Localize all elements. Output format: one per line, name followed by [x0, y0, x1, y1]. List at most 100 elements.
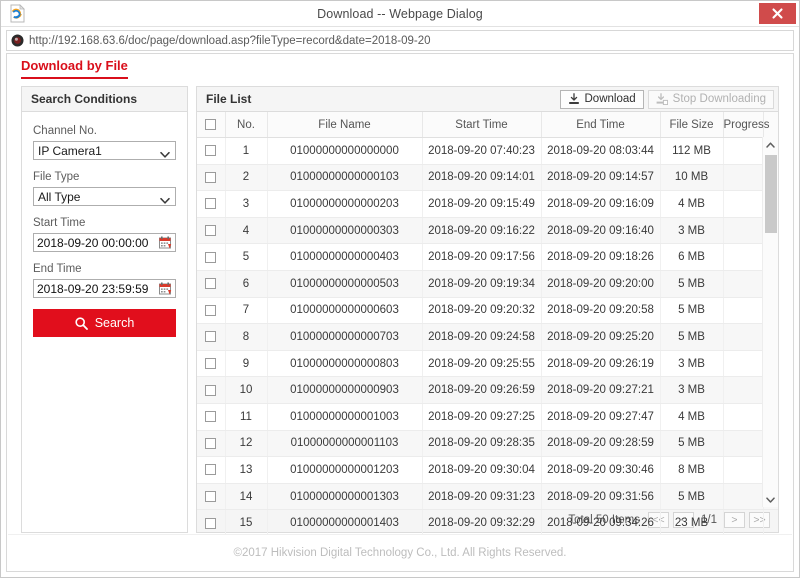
channel-no-select[interactable]: IP Camera1	[33, 141, 176, 160]
table-row[interactable]: 13 01000000000001203 2018-09-20 09:30:04 20…	[197, 456, 778, 484]
search-icon	[75, 316, 88, 330]
row-progress	[723, 164, 764, 192]
table-row[interactable]: 15 01000000000001403 2018-09-20 09:32:29 20…	[197, 509, 778, 537]
row-checkbox[interactable]	[205, 145, 217, 157]
window-title: Download -- Webpage Dialog	[317, 6, 483, 21]
download-button[interactable]: Download	[559, 89, 644, 109]
row-checkbox[interactable]	[205, 278, 217, 290]
table-row[interactable]: 11 01000000000001003 2018-09-20 09:27:25 20…	[197, 403, 778, 431]
row-end-time: 2018-09-20 09:31:56	[541, 483, 661, 511]
search-conditions-body: Channel No. IP Camera1 File Type All Typ…	[22, 112, 187, 532]
row-checkbox[interactable]	[205, 171, 217, 183]
row-file-name: 01000000000001203	[267, 456, 423, 484]
row-checkbox[interactable]	[205, 358, 217, 370]
close-button[interactable]	[759, 3, 796, 24]
row-select-cell[interactable]	[197, 164, 226, 192]
table-row[interactable]: 14 01000000000001303 2018-09-20 09:31:23 20…	[197, 483, 778, 511]
field-file-type: File Type All Type	[33, 171, 176, 206]
table-row[interactable]: 3 01000000000000203 2018-09-20 09:15:49 201…	[197, 190, 778, 218]
row-checkbox[interactable]	[205, 304, 217, 316]
table-row[interactable]: 1 01000000000000000 2018-09-20 07:40:23 201…	[197, 137, 778, 165]
row-checkbox[interactable]	[205, 437, 217, 449]
calendar-icon[interactable]	[159, 236, 172, 249]
row-select-cell[interactable]	[197, 297, 226, 325]
end-time-value: 2018-09-20 23:59:59	[37, 281, 149, 296]
table-row[interactable]: 10 01000000000000903 2018-09-20 09:26:59 20…	[197, 376, 778, 404]
table-row[interactable]: 6 01000000000000503 2018-09-20 09:19:34 201…	[197, 270, 778, 298]
address-url: http://192.168.63.6/doc/page/download.as…	[29, 34, 431, 47]
chevron-down-icon	[160, 193, 170, 204]
row-progress	[723, 376, 764, 404]
header-file-name: File Name	[267, 112, 423, 138]
row-select-cell[interactable]	[197, 483, 226, 511]
search-button[interactable]: Search	[33, 309, 176, 337]
row-checkbox[interactable]	[205, 517, 217, 529]
row-no: 2	[225, 164, 268, 192]
scroll-thumb[interactable]	[765, 155, 777, 233]
row-file-name: 01000000000000403	[267, 243, 423, 271]
main-content: Search Conditions Channel No. IP Camera1	[21, 86, 779, 537]
stop-downloading-button[interactable]: Stop Downloading	[647, 89, 774, 109]
header-file-size: File Size	[660, 112, 724, 138]
row-progress	[723, 483, 764, 511]
table-row[interactable]: 4 01000000000000303 2018-09-20 09:16:22 201…	[197, 217, 778, 245]
row-checkbox[interactable]	[205, 490, 217, 502]
address-bar[interactable]: http://192.168.63.6/doc/page/download.as…	[6, 30, 794, 51]
row-select-cell[interactable]	[197, 376, 226, 404]
row-select-cell[interactable]	[197, 270, 226, 298]
row-select-cell[interactable]	[197, 190, 226, 218]
row-select-cell[interactable]	[197, 403, 226, 431]
table-row[interactable]: 12 01000000000001103 2018-09-20 09:28:35 20…	[197, 430, 778, 458]
table-row[interactable]: 9 01000000000000803 2018-09-20 09:25:55 201…	[197, 350, 778, 378]
row-checkbox[interactable]	[205, 198, 217, 210]
end-time-input[interactable]: 2018-09-20 23:59:59	[33, 279, 176, 298]
row-checkbox[interactable]	[205, 464, 217, 476]
header-select-all[interactable]	[197, 112, 226, 138]
start-time-input[interactable]: 2018-09-20 00:00:00	[33, 233, 176, 252]
row-end-time: 2018-09-20 09:27:21	[541, 376, 661, 404]
row-start-time: 2018-09-20 07:40:23	[422, 137, 542, 165]
field-channel-no: Channel No. IP Camera1	[33, 125, 176, 160]
globe-icon	[11, 34, 24, 47]
table-scrollbar[interactable]	[762, 137, 778, 507]
row-checkbox[interactable]	[205, 251, 217, 263]
row-select-cell[interactable]	[197, 350, 226, 378]
table-row[interactable]: 5 01000000000000403 2018-09-20 09:17:56 201…	[197, 243, 778, 271]
row-select-cell[interactable]	[197, 137, 226, 165]
ie-page-icon	[9, 4, 27, 23]
row-no: 6	[225, 270, 268, 298]
title-bar: Download -- Webpage Dialog	[1, 1, 799, 27]
row-start-time: 2018-09-20 09:25:55	[422, 350, 542, 378]
download-dialog: Download -- Webpage Dialog http://192.16…	[0, 0, 800, 578]
row-end-time: 2018-09-20 09:18:26	[541, 243, 661, 271]
row-select-cell[interactable]	[197, 509, 226, 537]
file-type-select[interactable]: All Type	[33, 187, 176, 206]
row-select-cell[interactable]	[197, 323, 226, 351]
row-file-size: 3 MB	[660, 376, 724, 404]
scroll-down-arrow[interactable]	[763, 492, 778, 507]
channel-no-label: Channel No.	[33, 125, 97, 137]
tab-download-by-file[interactable]: Download by File	[21, 58, 128, 79]
row-checkbox[interactable]	[205, 331, 217, 343]
row-select-cell[interactable]	[197, 430, 226, 458]
row-checkbox[interactable]	[205, 384, 217, 396]
table-row[interactable]: 2 01000000000000103 2018-09-20 09:14:01 201…	[197, 164, 778, 192]
row-checkbox[interactable]	[205, 225, 217, 237]
row-select-cell[interactable]	[197, 243, 226, 271]
stop-downloading-label: Stop Downloading	[672, 93, 766, 105]
row-start-time: 2018-09-20 09:20:32	[422, 297, 542, 325]
row-checkbox[interactable]	[205, 411, 217, 423]
table-row[interactable]: 7 01000000000000603 2018-09-20 09:20:32 201…	[197, 297, 778, 325]
row-no: 8	[225, 323, 268, 351]
calendar-icon[interactable]	[159, 282, 172, 295]
row-progress	[723, 217, 764, 245]
row-file-name: 01000000000001303	[267, 483, 423, 511]
file-type-value: All Type	[38, 189, 81, 204]
row-select-cell[interactable]	[197, 456, 226, 484]
select-all-checkbox[interactable]	[205, 118, 217, 130]
header-end-time: End Time	[541, 112, 661, 138]
row-select-cell[interactable]	[197, 217, 226, 245]
scroll-up-arrow[interactable]	[763, 137, 778, 152]
table-row[interactable]: 8 01000000000000703 2018-09-20 09:24:58 201…	[197, 323, 778, 351]
row-file-size: 3 MB	[660, 217, 724, 245]
